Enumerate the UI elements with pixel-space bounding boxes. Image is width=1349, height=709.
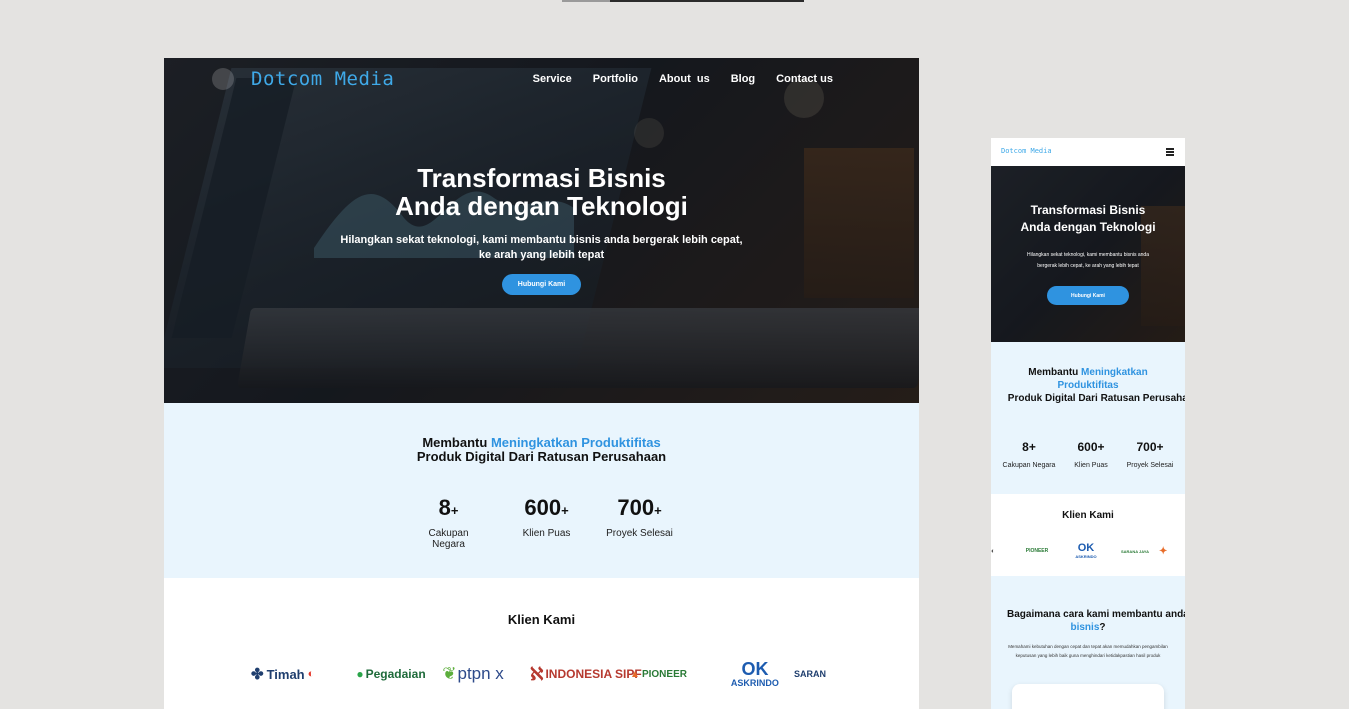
client-logo-ptpn: ❦ ptpn x <box>442 664 504 683</box>
top-divider <box>562 0 804 2</box>
stats-title: Membantu Meningkatkan Produktifitas Prod… <box>416 435 667 464</box>
contact-cta-button[interactable]: Hubungi Kami <box>502 274 581 295</box>
clients-title: Klien Kami <box>507 612 576 627</box>
mobile-client-logo-askrindo: OK ASKRINDO <box>1075 541 1097 559</box>
client-logo-pioneer: ▲ PIONEER <box>630 668 687 680</box>
logo-icon[interactable] <box>212 68 234 90</box>
nav-blog[interactable]: Blog <box>731 73 755 85</box>
clients-section: Klien Kami ✤ Timah ◐ ● Pegadaian ❦ ptpn x ℵI… <box>164 578 919 709</box>
mobile-help-title: Bagaimana cara kami membantu anda dalam … <box>1007 609 1185 633</box>
nav-portfolio[interactable]: Portfolio <box>593 73 638 85</box>
brand-logo[interactable]: Dotcom Media <box>251 68 394 90</box>
hero-subheadline: Hilangkan sekat teknologi, kami membantu… <box>340 234 743 261</box>
client-logo-timah: ✤ Timah ◐ <box>251 666 315 683</box>
nav-service[interactable]: Service <box>533 73 572 85</box>
stat-projects: 700+ Proyek Selesai <box>606 495 673 539</box>
nav-about-us[interactable]: About us <box>659 73 710 85</box>
mobile-client-logo-pioneer: PIONEER <box>1025 548 1049 554</box>
mobile-stats-section: Membantu Meningkatkan Produktifitas Prod… <box>991 342 1185 494</box>
client-logo-sarana: SARAN <box>793 669 826 679</box>
nav-contact-us[interactable]: Contact us <box>776 73 833 85</box>
mobile-stat-clients: 600+ Klien Puas <box>1074 440 1108 469</box>
main-nav: Service Portfolio About us Blog Contact … <box>533 73 833 85</box>
hero-section: Dotcom Media Service Portfolio About us … <box>164 58 919 403</box>
mobile-help-description: Memahami kebutuhan dengan cepat dan tepa… <box>1008 644 1168 658</box>
stats-section: Membantu Meningkatkan Produktifitas Prod… <box>164 403 919 578</box>
mobile-mockup: Dotcom Media Transformasi Bisnis Anda de… <box>991 138 1185 709</box>
mobile-how-we-help-section: Bagaimana cara kami membantu anda dalam … <box>991 576 1185 709</box>
hero-headline: Transformasi Bisnis Anda dengan Teknolog… <box>395 163 688 221</box>
mobile-contact-cta-button[interactable]: Hubungi Kami <box>1047 286 1129 305</box>
mobile-stats-title: Membantu Meningkatkan Produktifitas Prod… <box>1005 367 1185 404</box>
hamburger-icon[interactable] <box>1166 148 1174 156</box>
mobile-clients-section: Klien Kami ◐ PIONEER OK ASKRINDO SARANA J… <box>991 494 1185 576</box>
mobile-client-logo-carousel: ◐ PIONEER OK ASKRINDO SARANA JAYA ✦ <box>991 540 1185 562</box>
mobile-clients-title: Klien Kami <box>1062 510 1114 521</box>
client-logo-pegadaian: ● Pegadaian <box>356 667 426 681</box>
desktop-mockup: Dotcom Media Service Portfolio About us … <box>164 58 919 709</box>
mobile-header: Dotcom Media <box>991 138 1185 166</box>
stat-clients: 600+ Klien Puas <box>522 495 571 539</box>
mobile-stat-projects: 700+ Proyek Selesai <box>1126 440 1174 469</box>
mobile-stat-countries: 8+ Cakupan Negara <box>1002 440 1056 469</box>
client-logo-sipf: ℵ INDONESIA SIPF <box>530 663 642 684</box>
mobile-hero-section: Transformasi Bisnis Anda dengan Teknolog… <box>991 166 1185 342</box>
client-logo-askrindo: OK ASKRINDO <box>730 659 779 688</box>
client-logo-carousel: ✤ Timah ◐ ● Pegadaian ❦ ptpn x ℵ INDONESIA SI… <box>251 658 833 690</box>
mobile-hero-headline: Transformasi Bisnis Anda dengan Teknolog… <box>1020 203 1156 234</box>
mobile-hero-subheadline: Hilangkan sekat teknologi, kami membantu… <box>1026 252 1149 269</box>
mobile-help-card[interactable] <box>1012 684 1164 709</box>
mobile-client-logo-sarana-jaya: SARANA JAYA <box>1120 548 1149 554</box>
stat-countries: 8+ Cakupan Negara <box>428 495 469 550</box>
mobile-brand-logo[interactable]: Dotcom Media <box>1001 147 1052 155</box>
